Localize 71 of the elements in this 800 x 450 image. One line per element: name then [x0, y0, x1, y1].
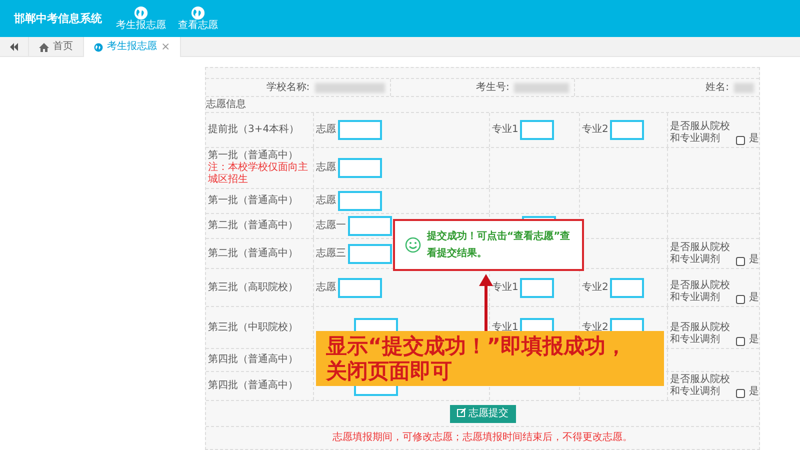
input-field[interactable]	[348, 216, 392, 236]
redacted-value	[734, 82, 754, 92]
batch-label: 第二批（普通高中）	[208, 248, 298, 260]
callout-tooltip: 显示“提交成功！”即填报成功， 关闭页面即可	[316, 331, 664, 386]
field-label: 志愿三	[316, 248, 346, 260]
adjust-label: 是否服从院校和专业调剂	[670, 322, 731, 346]
field-label: 考生号:	[476, 82, 510, 94]
batch-label: 第四批（普通高中）	[208, 354, 298, 366]
option-label: 是	[749, 292, 759, 304]
globe-icon	[134, 6, 148, 20]
input-field[interactable]	[520, 120, 554, 140]
nav-button[interactable]: 考生报志愿	[110, 2, 172, 35]
batch-label: 第三批（高职院校）	[208, 282, 298, 294]
batch-label: 第三批（中职院校）	[208, 322, 298, 334]
field-label: 专业2	[582, 124, 608, 136]
batch-label: 第二批（普通高中）	[208, 220, 298, 232]
checkbox[interactable]	[736, 389, 745, 398]
input-field[interactable]	[338, 278, 382, 298]
batch-label: 提前批（3+4本科）	[208, 124, 300, 136]
globe-icon	[94, 42, 103, 52]
section-title: 志愿信息	[206, 98, 246, 110]
field-label: 志愿一	[316, 220, 346, 232]
option-label: 是	[749, 334, 759, 346]
footer-note: 志愿填报期间，可修改志愿；志愿填报时间结束后，不得更改志愿。	[332, 432, 632, 444]
tab[interactable]: 考生报志愿 ×	[84, 37, 182, 57]
field-label: 志愿	[316, 124, 336, 136]
field-label: 姓名:	[706, 82, 730, 94]
edit-icon	[456, 408, 466, 418]
note-text: 注：本校学校仅面向主城区招生	[208, 162, 309, 186]
checkbox[interactable]	[736, 136, 745, 145]
checkbox[interactable]	[736, 257, 745, 266]
arrow	[479, 274, 493, 331]
batch-label: 第四批（普通高中）	[208, 380, 298, 392]
field-label: 志愿	[316, 162, 336, 174]
batch-label: 第一批（普通高中）	[208, 150, 298, 162]
adjust-label: 是否服从院校和专业调剂	[670, 242, 731, 266]
option-label: 是	[749, 386, 759, 398]
input-field[interactable]	[338, 120, 382, 140]
option-label: 是	[749, 133, 759, 145]
smiley-icon	[405, 237, 421, 253]
dialog-message: 提交成功！可点击“查看志愿”查看提交结果。	[427, 229, 572, 261]
checkbox[interactable]	[736, 337, 745, 346]
field-label: 志愿	[316, 195, 336, 207]
close-icon[interactable]: ×	[161, 40, 170, 54]
redacted-value	[314, 82, 385, 92]
nav-button[interactable]: 查看志愿	[172, 2, 224, 35]
checkbox[interactable]	[736, 295, 745, 304]
adjust-label: 是否服从院校和专业调剂	[670, 280, 731, 304]
input-field[interactable]	[338, 158, 382, 178]
adjust-label: 是否服从院校和专业调剂	[670, 121, 731, 145]
option-label: 是	[749, 254, 759, 266]
adjust-label: 是否服从院校和专业调剂	[670, 374, 731, 398]
field-label: 专业2	[582, 322, 608, 334]
submit-button[interactable]: 志愿提交	[450, 404, 516, 422]
home-icon	[39, 42, 49, 52]
input-field[interactable]	[610, 120, 644, 140]
field-label: 专业1	[492, 322, 518, 334]
input-field[interactable]	[348, 244, 392, 264]
input-field[interactable]	[520, 278, 554, 298]
double-left-icon	[10, 43, 18, 51]
batch-label: 第一批（普通高中）	[208, 195, 298, 207]
app-title: 邯郸中考信息系统	[12, 12, 103, 26]
field-label: 专业1	[492, 282, 518, 294]
input-field[interactable]	[610, 278, 644, 298]
field-label: 专业1	[492, 124, 518, 136]
globe-icon	[191, 6, 205, 20]
input-field[interactable]	[338, 191, 382, 211]
field-label: 专业2	[582, 282, 608, 294]
redacted-value	[514, 82, 570, 92]
field-label: 学校名称:	[266, 82, 310, 94]
field-label: 志愿	[316, 282, 336, 294]
